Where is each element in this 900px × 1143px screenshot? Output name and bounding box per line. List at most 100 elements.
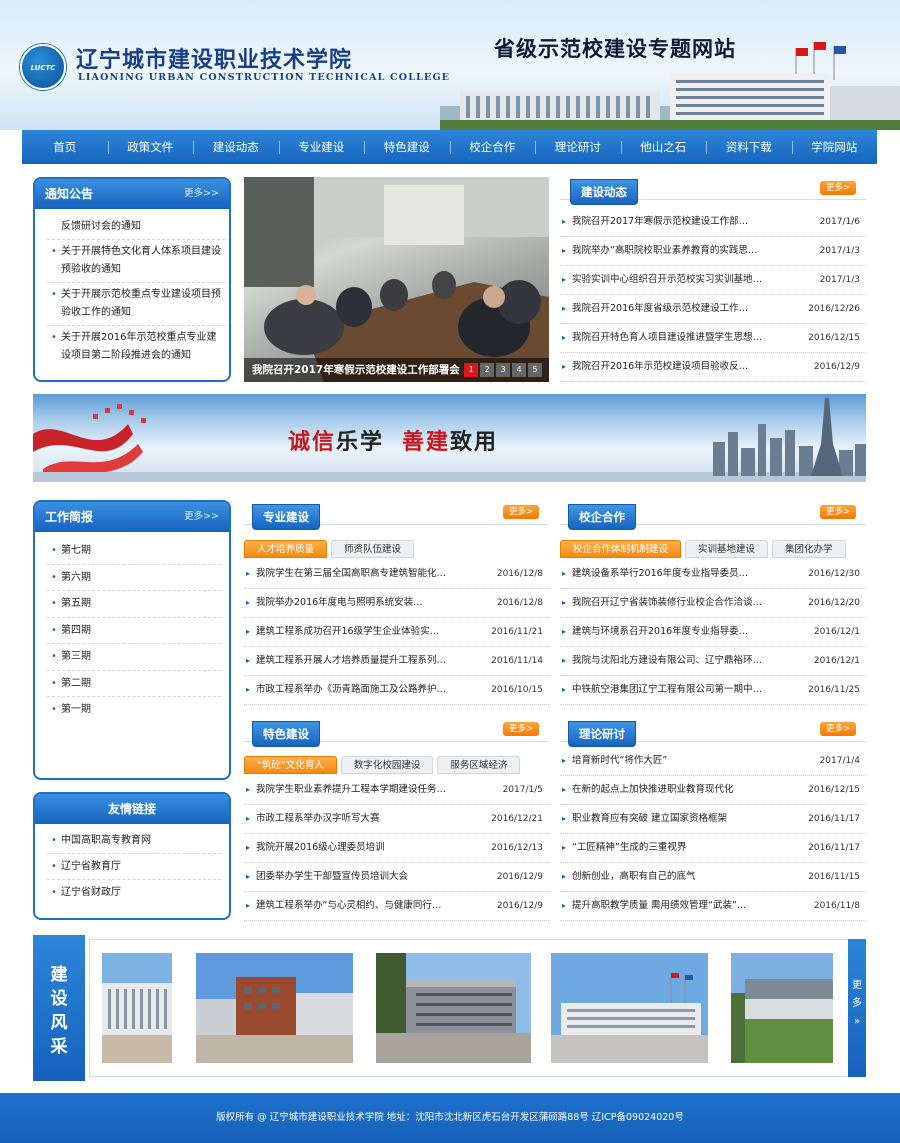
coop-panel: 校企合作 更多> 校企合作体制机制建设 实训基地建设 集团化办学 建筑设备系举行… <box>560 500 866 705</box>
build-news-more-button[interactable]: 更多> <box>820 181 856 195</box>
slideshow-page-1[interactable]: 1 <box>464 363 478 377</box>
list-item[interactable]: 我院举办“高职院校职业素养教育的实践思…2017/1/3 <box>560 237 866 266</box>
slideshow-page-4[interactable]: 4 <box>512 363 526 377</box>
theory-title[interactable]: 理论研讨 <box>568 721 636 747</box>
list-item[interactable]: 我院召开2016年示范校建设项目验收反…2016/12/9 <box>560 353 866 382</box>
notice-item[interactable]: 关于开展特色文化育人体系项目建设预验收的通知 <box>47 240 225 283</box>
list-item[interactable]: 市政工程系举办《沥青路面施工及公路养护…2016/10/15 <box>244 676 549 705</box>
list-item[interactable]: 在新的起点上加快推进职业教育现代化2016/12/15 <box>560 776 866 805</box>
list-item[interactable]: 我院召开特色育人项目建设推进暨学生思想…2016/12/15 <box>560 324 866 353</box>
major-tabs: 人才培养质量 师资队伍建设 <box>244 540 415 558</box>
friend-link[interactable]: 辽宁省教育厅 <box>47 854 221 880</box>
build-news-title[interactable]: 建设动态 <box>570 179 638 205</box>
notice-item[interactable]: 关于开展2016年示范校重点专业建设项目第二阶段推进会的通知 <box>47 326 225 368</box>
notice-item[interactable]: 反馈研讨会的通知 <box>47 215 225 240</box>
nav-item-theory[interactable]: 理论研讨 <box>535 130 621 164</box>
list-item[interactable]: 我院与沈阳北方建设有限公司、辽宁鼎裕环…2016/12/1 <box>560 647 866 676</box>
coop-more-button[interactable]: 更多> <box>820 505 856 519</box>
build-news-panel: 建设动态 更多> 我院召开2017年寒假示范校建设工作部…2017/1/6 我院… <box>560 177 866 382</box>
logo-text: LUCTC <box>30 64 56 72</box>
nav-item-feature[interactable]: 特色建设 <box>364 130 450 164</box>
friend-link[interactable]: 辽宁省财政厅 <box>47 880 221 905</box>
banner-slogan: 诚信乐学 善建致用 <box>288 430 499 455</box>
list-item[interactable]: 建筑工程系举办“与心灵相约、与健康同行…2016/12/9 <box>244 892 549 921</box>
tab-coop-mechanism[interactable]: 校企合作体制机制建设 <box>560 540 682 558</box>
nav-item-home[interactable]: 首页 <box>22 130 108 164</box>
list-item[interactable]: 职业教育应有突破 建立国家资格框架2016/11/17 <box>560 805 866 834</box>
notice-item[interactable]: 关于开展示范校重点专业建设项目预验收工作的通知 <box>47 283 225 326</box>
work-report-item[interactable]: 第二期 <box>47 671 221 697</box>
list-item[interactable]: 团委举办学生干部暨宣传员培训大会2016/12/9 <box>244 863 549 892</box>
work-report-item[interactable]: 第四期 <box>47 618 221 644</box>
notice-box: 通知公告 更多>> 反馈研讨会的通知 关于开展特色文化育人体系项目建设预验收的通… <box>33 177 231 382</box>
tab-digital-campus[interactable]: 数字化校园建设 <box>340 756 434 774</box>
feature-more-button[interactable]: 更多> <box>503 722 539 736</box>
list-item[interactable]: 建筑设备系举行2016年度专业指导委员…2016/12/30 <box>560 560 866 589</box>
slideshow-page-5[interactable]: 5 <box>528 363 542 377</box>
work-report-more-link[interactable]: 更多>> <box>184 502 219 532</box>
list-item[interactable]: 我院召开2017年寒假示范校建设工作部…2017/1/6 <box>560 208 866 237</box>
major-title[interactable]: 专业建设 <box>252 504 320 530</box>
nav-item-build-news[interactable]: 建设动态 <box>193 130 279 164</box>
nav-item-major[interactable]: 专业建设 <box>278 130 365 164</box>
work-report-item[interactable]: 第五期 <box>47 591 221 618</box>
news-slideshow[interactable]: 我院召开2017年寒假示范校建设工作部署会 1 2 3 4 5 <box>244 177 549 382</box>
nav-item-others[interactable]: 他山之石 <box>620 130 707 164</box>
work-report-item[interactable]: 第三期 <box>47 644 221 671</box>
list-item[interactable]: 我院开展2016级心理委员培训2016/12/13 <box>244 834 549 863</box>
feature-tabs: “筑砼”文化育人 数字化校园建设 服务区域经济 <box>244 756 521 774</box>
theory-more-button[interactable]: 更多> <box>820 722 856 736</box>
major-panel: 专业建设 更多> 人才培养质量 师资队伍建设 我院学生在第三届全国高职高专建筑智… <box>244 500 549 705</box>
feature-list: 我院学生职业素养提升工程本学期建设任务…2017/1/5 市政工程系举办汉字听写… <box>244 776 549 921</box>
coop-title[interactable]: 校企合作 <box>568 504 636 530</box>
slideshow-photo <box>244 177 549 382</box>
work-report-item[interactable]: 第六期 <box>47 565 221 591</box>
gallery-photo[interactable] <box>196 953 353 1063</box>
list-item[interactable]: 实验实训中心组织召开示范校实习实训基地…2017/1/3 <box>560 266 866 295</box>
tab-training-base[interactable]: 实训基地建设 <box>685 540 769 558</box>
nav-item-download[interactable]: 资料下载 <box>706 130 792 164</box>
list-item[interactable]: 建筑工程系成功召开16级学生企业体验实…2016/11/21 <box>244 618 549 647</box>
tab-group-school[interactable]: 集团化办学 <box>772 540 846 558</box>
list-item[interactable]: 我院召开2016年度省级示范校建设工作…2016/12/26 <box>560 295 866 324</box>
nav-item-college[interactable]: 学院网站 <box>791 130 878 164</box>
list-item[interactable]: 中铁航空港集团辽宁工程有限公司第一期中…2016/11/25 <box>560 676 866 705</box>
list-item[interactable]: 我院学生职业素养提升工程本学期建设任务…2017/1/5 <box>244 776 549 805</box>
list-item[interactable]: 提升高职教学质量 需用绩效管理“武装”…2016/11/8 <box>560 892 866 921</box>
gallery-photo[interactable] <box>551 953 708 1063</box>
work-report-item[interactable]: 第一期 <box>47 697 221 723</box>
work-report-item[interactable]: 第七期 <box>47 538 221 565</box>
nav-item-coop[interactable]: 校企合作 <box>449 130 536 164</box>
list-item[interactable]: 创新创业，高职有自己的底气2016/11/15 <box>560 863 866 892</box>
gallery-photo[interactable] <box>376 953 531 1063</box>
list-item[interactable]: “工匠精神”生成的三重视界2016/11/17 <box>560 834 866 863</box>
tab-culture[interactable]: “筑砼”文化育人 <box>244 756 337 774</box>
notice-title: 通知公告 <box>45 187 94 201</box>
tab-regional-economy[interactable]: 服务区域经济 <box>437 756 521 774</box>
gallery-photo[interactable] <box>731 953 833 1063</box>
list-item[interactable]: 我院召开辽宁省装饰装修行业校企合作洽谈…2016/12/20 <box>560 589 866 618</box>
college-logo[interactable]: LUCTC <box>20 44 66 90</box>
list-item[interactable]: 我院举办2016年度电与照明系统安装…2016/12/8 <box>244 589 549 618</box>
tab-talent-quality[interactable]: 人才培养质量 <box>244 540 328 558</box>
gallery-photo[interactable] <box>102 953 172 1063</box>
feature-title[interactable]: 特色建设 <box>252 721 320 747</box>
site-header: LUCTC 辽宁城市建设职业技术学院 LIAONING URBAN CONSTR… <box>0 0 900 130</box>
slideshow-page-2[interactable]: 2 <box>480 363 494 377</box>
slideshow-page-3[interactable]: 3 <box>496 363 510 377</box>
list-item[interactable]: 培育新时代“将作大匠”2017/1/4 <box>560 747 866 776</box>
major-more-button[interactable]: 更多> <box>503 505 539 519</box>
college-name-en: LIAONING URBAN CONSTRUCTION TECHNICAL CO… <box>78 72 451 83</box>
list-item[interactable]: 市政工程系举办汉字听写大赛2016/12/21 <box>244 805 549 834</box>
notice-more-link[interactable]: 更多>> <box>184 179 219 209</box>
work-report-title: 工作简报 <box>45 510 94 524</box>
nav-item-policy[interactable]: 政策文件 <box>107 130 194 164</box>
gallery-more-button[interactable]: 更 多 » <box>848 939 866 1077</box>
list-item[interactable]: 建筑与环境系召开2016年度专业指导委…2016/12/1 <box>560 618 866 647</box>
friend-link[interactable]: 中国高职高专教育网 <box>47 828 221 854</box>
major-list: 我院学生在第三届全国高职高专建筑智能化…2016/12/8 我院举办2016年度… <box>244 560 549 705</box>
list-item[interactable]: 我院学生在第三届全国高职高专建筑智能化…2016/12/8 <box>244 560 549 589</box>
list-item[interactable]: 建筑工程系开展人才培养质量提升工程系列…2016/11/14 <box>244 647 549 676</box>
work-report-box: 工作简报 更多>> 第七期 第六期 第五期 第四期 第三期 第二期 第一期 <box>33 500 231 780</box>
tab-teacher-team[interactable]: 师资队伍建设 <box>331 540 415 558</box>
